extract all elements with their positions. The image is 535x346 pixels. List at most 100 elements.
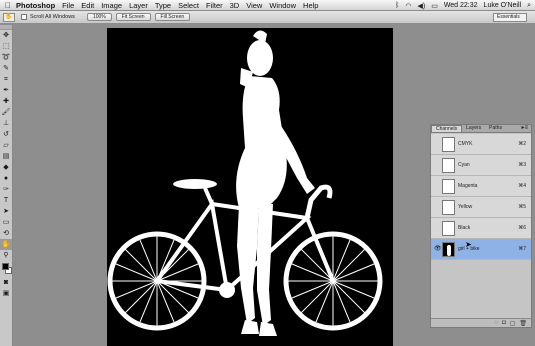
channel-name: Cyan xyxy=(458,162,470,168)
channel-thumbnail xyxy=(442,179,455,194)
menu-app-name[interactable]: Photoshop xyxy=(16,1,55,10)
visibility-eye-icon[interactable] xyxy=(434,141,441,148)
apple-logo-icon[interactable]:  xyxy=(0,1,16,10)
clone-stamp-tool-icon[interactable]: ⊥ xyxy=(0,118,12,129)
tab-layers[interactable]: Layers xyxy=(462,125,485,132)
channel-row-magenta[interactable]: Magenta ⌘4 xyxy=(431,176,531,197)
3d-rotate-tool-icon[interactable]: ⟲ xyxy=(0,228,12,239)
menu-image[interactable]: Image xyxy=(101,1,122,10)
type-tool-icon[interactable]: T xyxy=(0,195,12,206)
panel-tabs: Channels Layers Paths ▸≡ xyxy=(431,125,531,133)
document-canvas[interactable] xyxy=(107,28,393,346)
zoom-tool-icon[interactable]: ⚲ xyxy=(0,250,12,261)
channel-shortcut: ⌘3 xyxy=(518,162,526,168)
channel-thumbnail xyxy=(442,137,455,152)
eyedropper-tool-icon[interactable]: ✒ xyxy=(0,85,12,96)
quick-selection-tool-icon[interactable]: ✎ xyxy=(0,63,12,74)
delete-channel-icon[interactable]: 🗑 xyxy=(519,320,527,327)
pen-tool-icon[interactable]: ✑ xyxy=(0,184,12,195)
healing-brush-tool-icon[interactable]: ✚ xyxy=(0,96,12,107)
menu-3d[interactable]: 3D xyxy=(230,1,240,10)
battery-icon[interactable]: ▭ xyxy=(431,2,438,10)
lasso-tool-icon[interactable]: ➰ xyxy=(0,52,12,63)
menu-type[interactable]: Type xyxy=(155,1,171,10)
foreground-color-swatch[interactable] xyxy=(2,263,9,270)
options-bar: ✋ Scroll All Windows 100% Fit Screen Fil… xyxy=(0,11,535,24)
head xyxy=(247,40,273,76)
shape-tool-icon[interactable]: ▭ xyxy=(0,217,12,228)
fill-screen-button[interactable]: Fill Screen xyxy=(154,13,191,21)
menu-help[interactable]: Help xyxy=(303,1,318,10)
channel-row-cmyk[interactable]: CMYK ⌘2 xyxy=(431,134,531,155)
move-tool-icon[interactable]: ✥ xyxy=(0,30,12,41)
menu-view[interactable]: View xyxy=(246,1,262,10)
girl-silhouette xyxy=(236,30,315,336)
load-selection-icon[interactable]: ◌ xyxy=(495,320,499,326)
spotlight-search-icon[interactable]: ⌕ xyxy=(527,2,531,10)
bluetooth-icon[interactable]: ᛒ xyxy=(395,2,399,9)
hand-tool-preset-icon[interactable]: ✋ xyxy=(3,12,15,22)
menu-layer[interactable]: Layer xyxy=(129,1,148,10)
new-channel-icon[interactable]: ▢ xyxy=(510,320,516,327)
eraser-tool-icon[interactable]: ▱ xyxy=(0,140,12,151)
channel-name: Magenta xyxy=(458,183,478,189)
visibility-eye-icon[interactable] xyxy=(434,204,441,211)
channel-row-black[interactable]: Black ⌘6 xyxy=(431,218,531,239)
channel-thumbnail xyxy=(442,221,455,236)
visibility-eye-icon[interactable] xyxy=(434,162,441,169)
tab-paths[interactable]: Paths xyxy=(485,125,506,132)
user-name[interactable]: Luke O'Neill xyxy=(484,2,522,9)
wifi-icon[interactable]: ◠ xyxy=(405,2,411,10)
channel-thumbnail xyxy=(442,158,455,173)
visibility-eye-icon[interactable] xyxy=(434,183,441,190)
menu-select[interactable]: Select xyxy=(178,1,199,10)
scroll-all-windows-label: Scroll All Windows xyxy=(30,14,75,20)
channel-row-yellow[interactable]: Yellow ⌘5 xyxy=(431,197,531,218)
channel-row-girl-bike[interactable]: 👁 girl + bike ⌘7 xyxy=(431,239,531,260)
channel-name: CMYK xyxy=(458,141,473,147)
visibility-eye-icon[interactable]: 👁 xyxy=(434,246,442,253)
channel-list: CMYK ⌘2 Cyan ⌘3 Magenta ⌘4 Yellow ⌘5 Bla… xyxy=(431,134,531,260)
path-selection-tool-icon[interactable]: ➤ xyxy=(0,206,12,217)
left-shoe xyxy=(241,320,259,334)
gradient-tool-icon[interactable]: ▤ xyxy=(0,151,12,162)
channels-panel: Channels Layers Paths ▸≡ CMYK ⌘2 Cyan ⌘3… xyxy=(430,124,532,328)
tab-channels[interactable]: Channels xyxy=(431,125,463,132)
menu-filter[interactable]: Filter xyxy=(206,1,223,10)
blur-tool-icon[interactable]: ◆ xyxy=(0,162,12,173)
panel-footer: ◌ ◘ ▢ 🗑 xyxy=(431,318,531,327)
visibility-eye-icon[interactable] xyxy=(434,225,441,232)
channel-shortcut: ⌘6 xyxy=(518,225,526,231)
actual-pixels-button[interactable]: 100% xyxy=(86,13,112,21)
channel-thumbnail xyxy=(442,200,455,215)
fit-screen-button[interactable]: Fit Screen xyxy=(115,13,151,21)
history-brush-tool-icon[interactable]: ↺ xyxy=(0,129,12,140)
channel-row-cyan[interactable]: Cyan ⌘3 xyxy=(431,155,531,176)
channel-thumbnail xyxy=(442,242,455,257)
menu-file[interactable]: File xyxy=(62,1,74,10)
channel-shortcut: ⌘5 xyxy=(518,204,526,210)
dodge-tool-icon[interactable]: ● xyxy=(0,173,12,184)
workspace-switcher[interactable]: Essentials xyxy=(493,13,527,22)
handlebar xyxy=(304,184,333,219)
seat-post xyxy=(203,187,214,205)
brush-tool-icon[interactable]: 🖌 xyxy=(0,107,12,118)
quick-mask-icon[interactable]: ◙ xyxy=(0,277,12,288)
girl-and-bike-silhouette xyxy=(107,30,383,336)
menu-bar:  Photoshop File Edit Image Layer Type S… xyxy=(0,0,535,11)
scroll-all-windows-checkbox[interactable] xyxy=(21,14,27,20)
volume-icon[interactable]: ◀) xyxy=(417,2,425,10)
menu-edit[interactable]: Edit xyxy=(81,1,94,10)
screen-mode-icon[interactable]: ▣ xyxy=(0,288,12,299)
right-leg xyxy=(257,204,273,326)
hand-tool-icon[interactable]: ✋ xyxy=(0,239,12,250)
panel-menu-icon[interactable]: ▸≡ xyxy=(521,125,531,132)
save-selection-icon[interactable]: ◘ xyxy=(502,320,506,326)
saddle xyxy=(173,179,217,189)
menu-window[interactable]: Window xyxy=(269,1,296,10)
chainring xyxy=(219,282,235,298)
crop-tool-icon[interactable]: ⌗ xyxy=(0,74,12,85)
marquee-tool-icon[interactable]: ⬚ xyxy=(0,41,12,52)
channel-shortcut: ⌘7 xyxy=(518,246,526,252)
clock[interactable]: Wed 22:32 xyxy=(444,2,478,9)
